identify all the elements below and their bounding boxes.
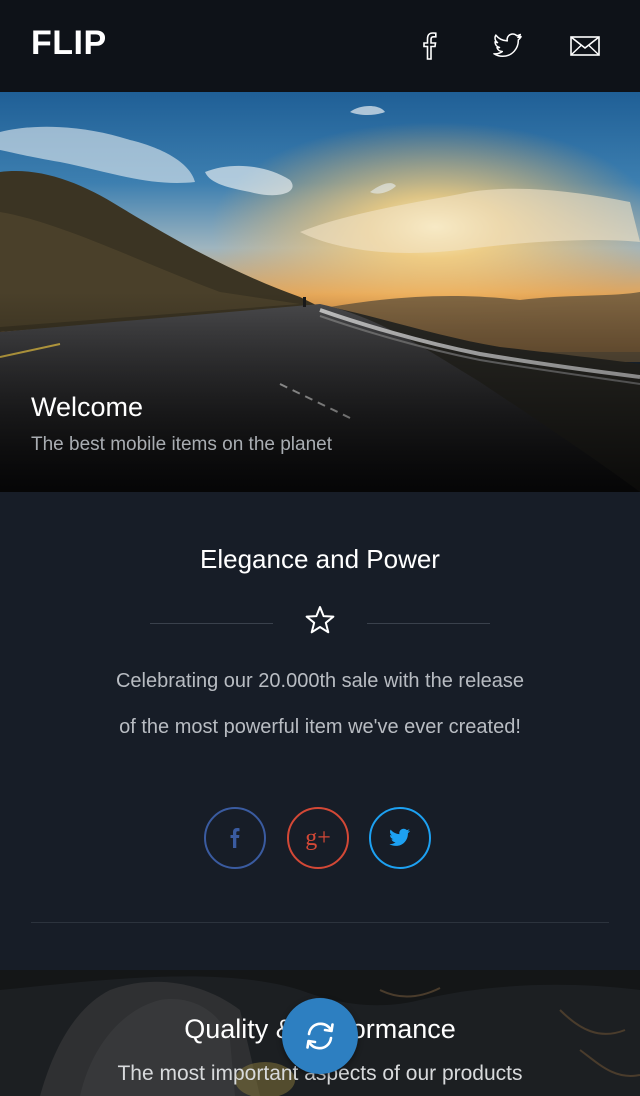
facebook-icon <box>423 32 437 60</box>
mail-icon <box>570 36 600 56</box>
divider-right <box>367 623 490 624</box>
elegance-section: Elegance and Power Celebrating our 20.00… <box>0 492 640 970</box>
app-logo[interactable]: FLIP <box>31 24 107 63</box>
divider-left <box>150 623 273 624</box>
header-twitter-button[interactable] <box>488 26 528 66</box>
hero-banner: Welcome The best mobile items on the pla… <box>0 92 640 492</box>
section-separator <box>31 922 609 923</box>
twitter-icon <box>389 828 410 846</box>
description-line-2: of the most powerful item we've ever cre… <box>119 716 521 738</box>
app-header: FLIP <box>0 0 640 92</box>
facebook-share-button[interactable] <box>204 807 266 869</box>
google-plus-share-button[interactable]: g+ <box>287 807 349 869</box>
hero-title: Welcome <box>31 392 144 422</box>
facebook-icon <box>230 828 240 848</box>
twitter-icon <box>493 33 522 58</box>
description-line-1: Celebrating our 20.000th sale with the r… <box>115 670 525 692</box>
header-facebook-button[interactable] <box>410 26 450 66</box>
google-plus-icon: g+ <box>305 824 331 851</box>
refresh-fab-button[interactable] <box>282 998 358 1074</box>
header-mail-button[interactable] <box>565 26 605 66</box>
refresh-icon <box>306 1022 334 1050</box>
section-title: Elegance and Power <box>200 544 440 574</box>
section-description: Celebrating our 20.000th sale with the r… <box>70 658 570 750</box>
twitter-share-button[interactable] <box>369 807 431 869</box>
hero-subtitle: The best mobile items on the planet <box>31 434 333 455</box>
star-icon <box>305 606 335 634</box>
